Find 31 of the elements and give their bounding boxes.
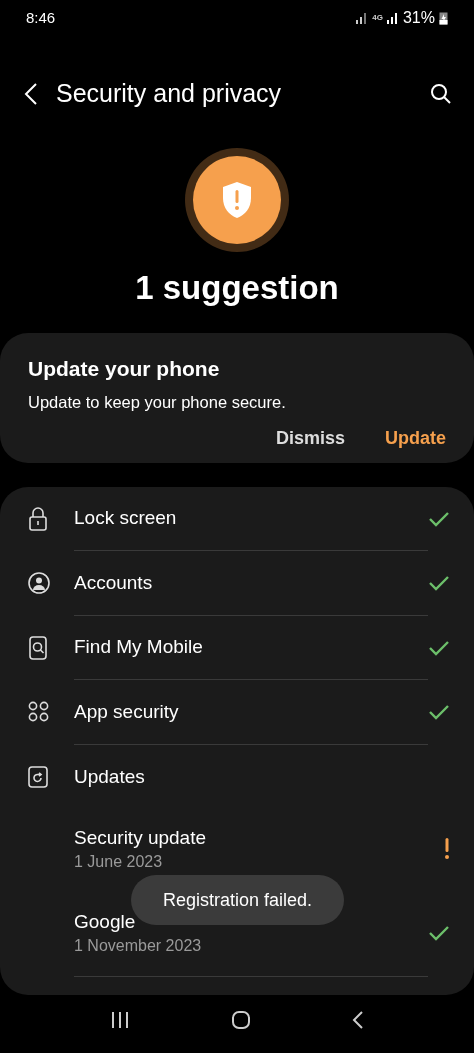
- item-label[interactable]: App security: [74, 700, 428, 723]
- signal-icon: [386, 11, 399, 24]
- item-label[interactable]: Find My Mobile: [74, 636, 428, 659]
- item-date: 1 June 2023: [74, 853, 164, 872]
- apps-icon: [28, 701, 50, 724]
- item-label[interactable]: Updates: [74, 765, 450, 788]
- network-type: 4G: [372, 13, 383, 23]
- update-icon: [28, 765, 48, 788]
- suggestion-count: 1 suggestion: [135, 268, 339, 307]
- item-label[interactable]: Lock screen: [74, 507, 428, 530]
- signal-icon: [356, 11, 369, 24]
- lock-icon: [28, 506, 48, 531]
- clock: 8:46: [26, 9, 56, 27]
- item-label[interactable]: Accounts: [74, 571, 428, 594]
- account-icon: [28, 572, 50, 595]
- card-title: Update your phone: [28, 356, 221, 381]
- update-button[interactable]: Update: [385, 427, 446, 449]
- recents-button[interactable]: [110, 1011, 131, 1030]
- phone-search-icon: [28, 635, 48, 660]
- battery-level: 31%: [402, 8, 435, 27]
- item-label[interactable]: Security update: [74, 827, 444, 850]
- home-button[interactable]: [231, 1010, 251, 1031]
- item-date: 1 November 2023: [74, 936, 203, 955]
- search-button[interactable]: [430, 82, 452, 105]
- back-button[interactable]: [24, 81, 38, 106]
- dismiss-button[interactable]: Dismiss: [275, 427, 345, 449]
- back-nav-button[interactable]: [351, 1010, 364, 1031]
- battery-charging-icon: [439, 10, 448, 25]
- page-title: Security and privacy: [56, 79, 283, 109]
- card-text: Update to keep your phone secure.: [28, 392, 287, 412]
- shield-alert-icon: [220, 179, 254, 220]
